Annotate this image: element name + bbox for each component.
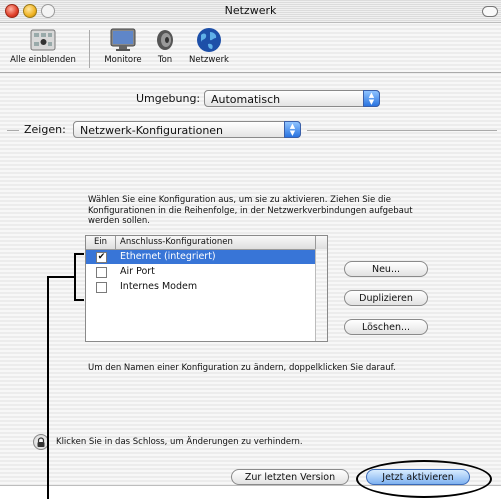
separator-line: [7, 130, 19, 131]
port-configurations-table[interactable]: Ein Anschluss-Konfigurationen ✔ Ethernet…: [85, 235, 328, 342]
toolbar-label: Netzwerk: [189, 55, 229, 65]
title-bar: Netzwerk: [0, 0, 501, 23]
popup-arrows-icon: ▲ ▼: [363, 90, 380, 107]
toolbar-label: Monitore: [104, 55, 142, 65]
location-popup[interactable]: Automatisch ▲ ▼: [204, 90, 380, 107]
annotation-line: [47, 276, 49, 499]
column-header-configurations[interactable]: Anschluss-Konfigurationen: [120, 236, 233, 249]
show-label: Zeigen:: [24, 123, 66, 136]
configuration-name: Internes Modem: [120, 281, 198, 292]
monitor-icon: [108, 25, 138, 55]
configuration-name: Air Port: [120, 266, 155, 277]
apple-grid-icon: [28, 25, 58, 55]
toolbar-show-all[interactable]: Alle einblenden: [2, 25, 84, 65]
table-row[interactable]: ✔ Ethernet (integriert): [86, 250, 315, 264]
instructions-text: Wählen Sie eine Konfiguration aus, um si…: [88, 195, 413, 226]
toolbar-monitors[interactable]: Monitore: [103, 25, 143, 65]
lock-text: Klicken Sie in das Schloss, um Änderunge…: [56, 437, 303, 447]
location-label: Umgebung:: [136, 92, 201, 105]
lock-icon: [37, 437, 45, 447]
enable-checkbox[interactable]: [96, 282, 107, 293]
toolbar-label: Alle einblenden: [10, 55, 76, 65]
toolbar-network[interactable]: Netzwerk: [186, 25, 232, 65]
new-button[interactable]: Neu...: [344, 261, 428, 277]
revert-button[interactable]: Zur letzten Version: [231, 469, 349, 485]
location-value: Automatisch: [211, 93, 281, 106]
toolbar-divider: [89, 30, 90, 68]
globe-icon: [194, 25, 224, 55]
network-preferences-window: Netzwerk Alle einblenden Monitore Ton Ne…: [0, 0, 501, 486]
rename-hint: Um den Namen einer Konfiguration zu ände…: [88, 363, 396, 373]
show-value: Netzwerk-Konfigurationen: [80, 124, 224, 137]
annotation-line: [48, 276, 74, 278]
annotation-ellipse: [356, 460, 492, 498]
table-row[interactable]: Air Port: [86, 265, 315, 279]
speaker-icon: [150, 25, 180, 55]
configuration-name: Ethernet (integriert): [120, 251, 216, 262]
window-title: Netzwerk: [224, 4, 277, 17]
separator-line: [307, 130, 497, 131]
toolbar-sound[interactable]: Ton: [150, 25, 180, 65]
table-scrollbar[interactable]: [315, 249, 327, 341]
popup-arrows-icon: ▲ ▼: [284, 121, 301, 138]
annotation-bracket: [74, 299, 84, 301]
column-header-enabled[interactable]: Ein: [86, 236, 116, 249]
toolbar: Alle einblenden Monitore Ton Netzwerk: [0, 22, 501, 73]
show-popup[interactable]: Netzwerk-Konfigurationen ▲ ▼: [73, 121, 301, 138]
enable-checkbox[interactable]: ✔: [96, 252, 107, 263]
delete-button[interactable]: Löschen...: [344, 319, 428, 335]
duplicate-button[interactable]: Duplizieren: [344, 290, 428, 306]
column-divider: [315, 236, 316, 249]
table-row[interactable]: Internes Modem: [86, 280, 315, 294]
toolbar-label: Ton: [157, 55, 173, 65]
table-header: Ein Anschluss-Konfigurationen: [86, 236, 327, 250]
toolbar-toggle-button[interactable]: [482, 6, 498, 17]
annotation-bracket: [74, 253, 76, 301]
enable-checkbox[interactable]: [96, 267, 107, 278]
annotation-bracket: [74, 253, 84, 255]
